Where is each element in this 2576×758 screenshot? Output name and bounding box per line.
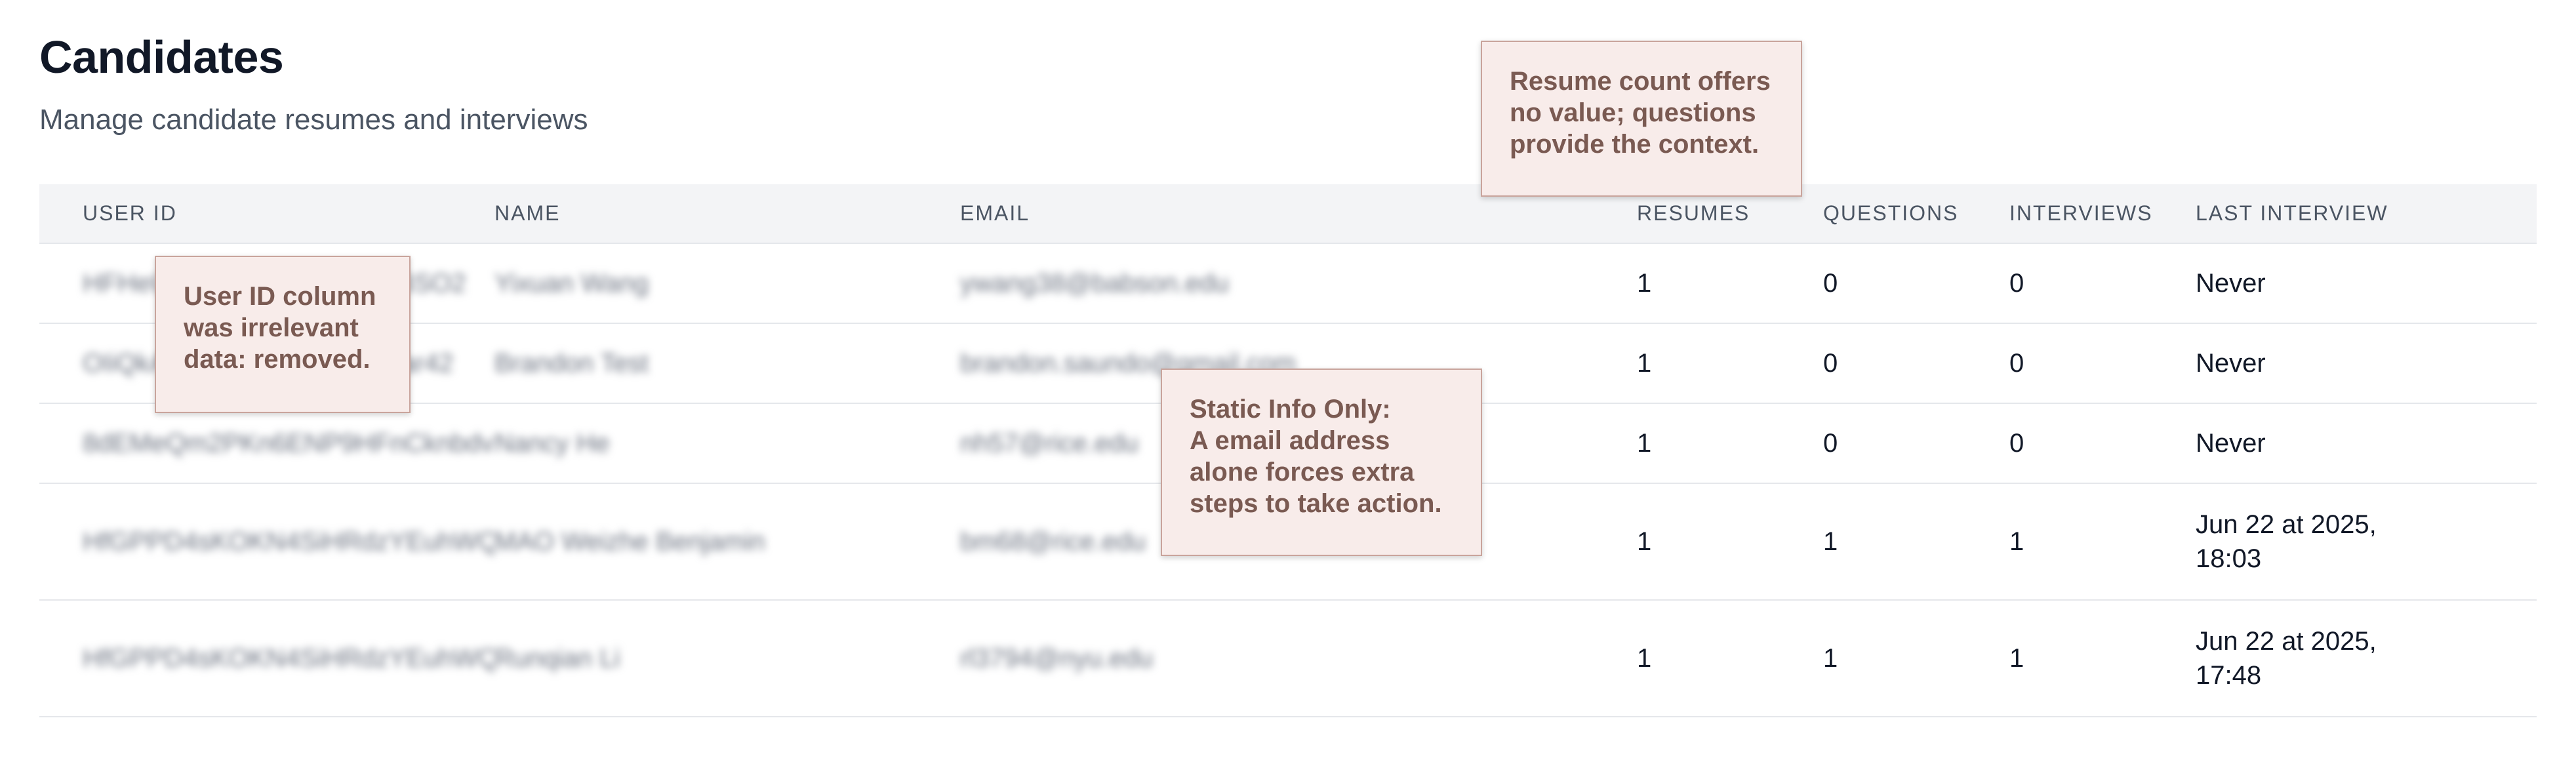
cell-resumes: 1 [1637, 600, 1823, 717]
cell-user-id: HfGPPD4sKOKN4SiHRdzYEuhWQc2 [39, 483, 494, 601]
cell-questions: 0 [1823, 403, 2009, 484]
cell-interviews: 0 [2009, 243, 2196, 324]
cell-last-interview: Never [2196, 243, 2537, 324]
annotation-email-note-title: Static Info Only: [1190, 395, 1391, 424]
cell-interviews: 1 [2009, 483, 2196, 601]
cell-questions: 0 [1823, 243, 2009, 324]
cell-resumes: 1 [1637, 323, 1823, 404]
cell-name: MAO Weizhe Benjamin [494, 483, 960, 601]
cell-interviews: 0 [2009, 403, 2196, 484]
header-last-interview[interactable]: LAST INTERVIEW [2196, 184, 2537, 244]
header-interviews[interactable]: INTERVIEWS [2009, 184, 2196, 244]
cell-email: rl3794@nyu.edu [960, 600, 1637, 717]
annotation-userid-note: User ID column was irrelevant data: remo… [155, 256, 411, 413]
cell-user-id: HfGPPD4sKOKN4SiHRdzYEuhWQc2 [39, 600, 494, 717]
cell-name: Runqian Li [494, 600, 960, 717]
cell-questions: 1 [1823, 483, 2009, 601]
page-title: Candidates [39, 31, 284, 83]
cell-questions: 0 [1823, 323, 2009, 404]
cell-resumes: 1 [1637, 243, 1823, 324]
header-questions[interactable]: QUESTIONS [1823, 184, 2009, 244]
cell-resumes: 1 [1637, 403, 1823, 484]
cell-name: Yixuan Wang [494, 243, 960, 324]
annotation-resume-note: Resume count offers no value; questions … [1481, 41, 1802, 197]
header-name[interactable]: NAME [494, 184, 960, 244]
cell-interviews: 1 [2009, 600, 2196, 717]
cell-last-interview: Jun 22 at 2025, 18:03 [2196, 483, 2537, 601]
cell-last-interview: Never [2196, 323, 2537, 404]
cell-user-id: 8dEMeQm2PKn6ENP9HFnCknbdv2 [39, 403, 494, 484]
cell-last-interview: Jun 22 at 2025, 17:48 [2196, 600, 2537, 717]
cell-name: Nancy He [494, 403, 960, 484]
cell-resumes: 1 [1637, 483, 1823, 601]
cell-last-interview: Never [2196, 403, 2537, 484]
table-row[interactable]: HfGPPD4sKOKN4SiHRdzYEuhWQc2 Runqian Li r… [39, 600, 2537, 717]
header-user-id[interactable]: USER ID [39, 184, 494, 244]
annotation-email-note-body: A email address alone forces extra steps… [1190, 426, 1442, 518]
candidates-page: Candidates Manage candidate resumes and … [39, 0, 2537, 758]
cell-questions: 1 [1823, 600, 2009, 717]
annotation-email-note: Static Info Only: A email address alone … [1161, 369, 1482, 556]
table-header-row: USER ID NAME EMAIL RESUMES QUESTIONS INT… [39, 184, 2537, 244]
cell-interviews: 0 [2009, 323, 2196, 404]
cell-email: ywang38@babson.edu [960, 243, 1637, 324]
cell-name: Brandon Test [494, 323, 960, 404]
table-row[interactable]: HFHeUqPPD4sKOKN4SiKBSO2 Yixuan Wang ywan… [39, 243, 2537, 324]
page-subtitle: Manage candidate resumes and interviews [39, 104, 588, 136]
